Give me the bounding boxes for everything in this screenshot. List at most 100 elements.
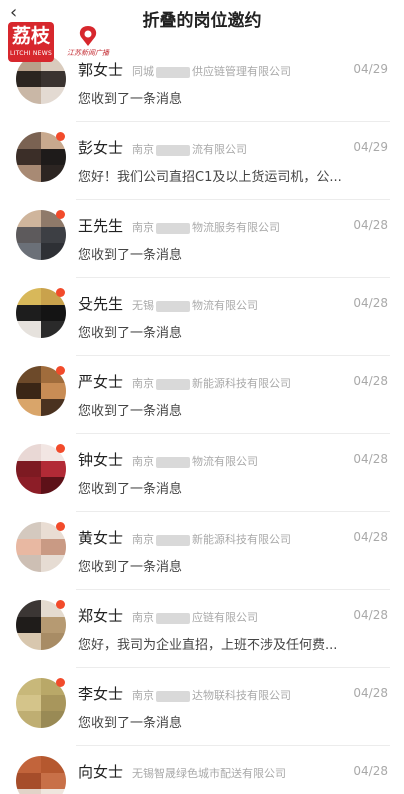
- company-prefix: 无锡智晟绿色城市配送有限公司: [132, 767, 286, 780]
- avatar-tile: [16, 694, 41, 712]
- message-preview: 您收到了一条消息: [78, 560, 183, 575]
- redaction-blur: [156, 378, 190, 390]
- logo-text: 荔枝: [11, 25, 50, 47]
- company-name: 同城 供应链管理有限公司: [132, 63, 291, 79]
- nav-header: ‹ 折叠的岗位邀约: [0, 0, 404, 38]
- avatar-tile: [16, 633, 41, 650]
- avatar-tile: [16, 616, 41, 634]
- company-prefix: 南京: [132, 221, 154, 234]
- conversation-item[interactable]: 李女士 南京 达物联科技有限公司 04/28 您收到了一条消息: [0, 668, 404, 746]
- company-suffix: 应链有限公司: [192, 611, 258, 624]
- company-name: 南京 新能源科技有限公司: [132, 375, 291, 391]
- company-name: 南京 物流有限公司: [132, 453, 258, 469]
- company-suffix: 供应链管理有限公司: [192, 65, 291, 78]
- avatar-tile: [16, 772, 41, 790]
- avatar-tile: [41, 694, 66, 712]
- radio-logo: 江苏新闻广播: [64, 24, 112, 58]
- company-suffix: 新能源科技有限公司: [192, 533, 291, 546]
- conversation-item[interactable]: 严女士 南京 新能源科技有限公司 04/28 您收到了一条消息: [0, 356, 404, 434]
- message-preview: 您收到了一条消息: [78, 716, 183, 731]
- avatar-tile: [41, 87, 66, 104]
- unread-dot: [56, 288, 65, 297]
- avatar-tile: [16, 789, 41, 794]
- company-prefix: 无锡: [132, 299, 154, 312]
- message-date: 04/28: [353, 296, 388, 310]
- contact-name: 彭女士: [78, 139, 124, 157]
- avatar-tile: [41, 165, 66, 182]
- contact-name: 李女士: [78, 685, 124, 703]
- company-suffix: 新能源科技有限公司: [192, 377, 291, 390]
- conversation-item[interactable]: 郭女士 同城 供应链管理有限公司 04/29 您收到了一条消息: [0, 44, 404, 122]
- company-suffix: 达物联科技有限公司: [192, 689, 291, 702]
- avatar-tile: [41, 226, 66, 244]
- avatar-tile: [16, 477, 41, 494]
- message-date: 04/28: [353, 374, 388, 388]
- conversation-item[interactable]: 黄女士 南京 新能源科技有限公司 04/28 您收到了一条消息: [0, 512, 404, 590]
- avatar-tile: [16, 756, 41, 773]
- radio-logo-text: 江苏新闻广播: [67, 49, 109, 57]
- avatar-tile: [41, 70, 66, 88]
- avatar-tile: [16, 226, 41, 244]
- avatar-tile: [41, 148, 66, 166]
- conversation-item[interactable]: 向女士 无锡智晟绿色城市配送有限公司 04/28: [0, 746, 404, 794]
- contact-name: 向女士: [78, 763, 124, 781]
- avatar-tile: [16, 165, 41, 182]
- avatar-tile: [41, 243, 66, 260]
- avatar-tile: [41, 538, 66, 556]
- avatar-tile: [16, 366, 41, 383]
- unread-dot: [56, 444, 65, 453]
- redaction-blur: [156, 456, 190, 468]
- avatar-tile: [16, 399, 41, 416]
- company-prefix: 同城: [132, 65, 154, 78]
- message-preview: 您好！我们公司直招C1及以上货运司机，公...: [78, 170, 342, 185]
- contact-name: 严女士: [78, 373, 124, 391]
- avatar-tile: [16, 711, 41, 728]
- avatar-tile: [16, 321, 41, 338]
- unread-dot: [56, 210, 65, 219]
- message-preview: 您收到了一条消息: [78, 404, 183, 419]
- company-name: 无锡智晟绿色城市配送有限公司: [132, 765, 286, 781]
- conversation-item[interactable]: 王先生 南京 物流服务有限公司 04/28 您收到了一条消息: [0, 200, 404, 278]
- avatar-tile: [41, 555, 66, 572]
- avatar-tile: [16, 132, 41, 149]
- message-date: 04/28: [353, 764, 388, 778]
- page-title: 折叠的岗位邀约: [142, 11, 262, 31]
- conversation-item[interactable]: 殳先生 无锡 物流有限公司 04/28 您收到了一条消息: [0, 278, 404, 356]
- avatar-tile: [16, 600, 41, 617]
- avatar-tile: [41, 756, 66, 773]
- contact-name: 王先生: [78, 217, 124, 235]
- company-prefix: 南京: [132, 377, 154, 390]
- contact-name: 黄女士: [78, 529, 124, 547]
- avatar-tile: [41, 304, 66, 322]
- unread-dot: [56, 600, 65, 609]
- avatar-tile: [16, 555, 41, 572]
- conversation-item[interactable]: 郑女士 南京 应链有限公司 04/28 您好，我司为企业直招，上班不涉及任何费...: [0, 590, 404, 668]
- unread-dot: [56, 678, 65, 687]
- radio-mark-icon: [73, 24, 103, 48]
- company-name: 南京 新能源科技有限公司: [132, 531, 291, 547]
- avatar-tile: [41, 711, 66, 728]
- company-prefix: 南京: [132, 533, 154, 546]
- message-date: 04/29: [353, 62, 388, 76]
- logo-subtext: LITCHI NEWS: [9, 50, 53, 57]
- company-prefix: 南京: [132, 689, 154, 702]
- unread-dot: [56, 132, 65, 141]
- company-suffix: 物流有限公司: [192, 455, 258, 468]
- message-date: 04/28: [353, 218, 388, 232]
- unread-dot: [56, 522, 65, 531]
- redaction-blur: [156, 222, 190, 234]
- conversation-item[interactable]: 彭女士 南京 流有限公司 04/29 您好！我们公司直招C1及以上货运司机，公...: [0, 122, 404, 200]
- avatar-tile: [16, 444, 41, 461]
- avatar-tile: [16, 460, 41, 478]
- company-name: 南京 应链有限公司: [132, 609, 258, 625]
- company-prefix: 南京: [132, 143, 154, 156]
- avatar-tile: [41, 382, 66, 400]
- message-preview: 您收到了一条消息: [78, 326, 183, 341]
- litchi-news-logo: 荔枝 LITCHI NEWS: [8, 22, 54, 62]
- conversation-item[interactable]: 钟女士 南京 物流有限公司 04/28 您收到了一条消息: [0, 434, 404, 512]
- company-prefix: 南京: [132, 611, 154, 624]
- avatar-tile: [16, 70, 41, 88]
- redaction-blur: [156, 534, 190, 546]
- company-suffix: 物流服务有限公司: [192, 221, 280, 234]
- avatar-tile: [41, 772, 66, 790]
